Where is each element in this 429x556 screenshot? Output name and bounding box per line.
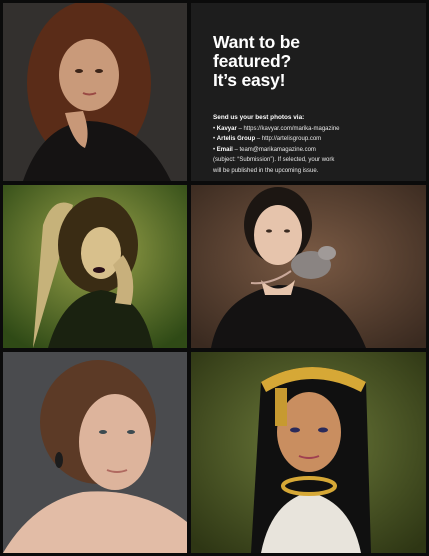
headline-line-2: featured?: [213, 51, 291, 71]
bullet: •: [213, 136, 216, 143]
photo-woman-with-rat: [191, 185, 426, 348]
headline-line-1: Want to be: [213, 32, 300, 52]
headline-line-3: It’s easy!: [213, 70, 286, 90]
channel-name: Email: [216, 146, 233, 153]
submission-list: • Kavyar – https://kavyar.com/marika-mag…: [213, 124, 418, 176]
photo-green-toned-woman: [3, 185, 187, 348]
submission-note-line-2: will be published in the upcoming issue.: [213, 167, 319, 174]
submission-note-line-1: (subject: “Submission”). If selected, yo…: [213, 157, 335, 164]
artelis-link[interactable]: – http://artelisgroup.com: [255, 136, 321, 142]
photo-short-hair-woman: [3, 352, 187, 553]
submission-item-artelis: • Artelis Group – http://artelisgroup.co…: [213, 134, 418, 144]
magazine-page: Want to be featured? It’s easy! Send us …: [0, 0, 429, 556]
channel-name: Artelis Group: [216, 136, 256, 143]
channel-name: Kavyar: [216, 126, 237, 132]
photo-egyptian-headdress-woman: [191, 352, 426, 553]
promo-intro: Send us your best photos via:: [213, 114, 305, 121]
bullet: •: [213, 146, 216, 153]
submission-item-kavyar: • Kavyar – https://kavyar.com/marika-mag…: [213, 124, 418, 134]
photo-curly-hair-woman: [3, 3, 187, 181]
promo-headline: Want to be featured? It’s easy!: [213, 33, 418, 90]
kavyar-link[interactable]: – https://kavyar.com/marika-magazine: [237, 126, 339, 132]
promo-panel: Want to be featured? It’s easy! Send us …: [191, 3, 426, 181]
email-link[interactable]: – team@marikamagazine.com: [233, 147, 315, 153]
bullet: •: [213, 126, 216, 132]
submission-item-email: • Email – team@marikamagazine.com: [213, 145, 418, 155]
